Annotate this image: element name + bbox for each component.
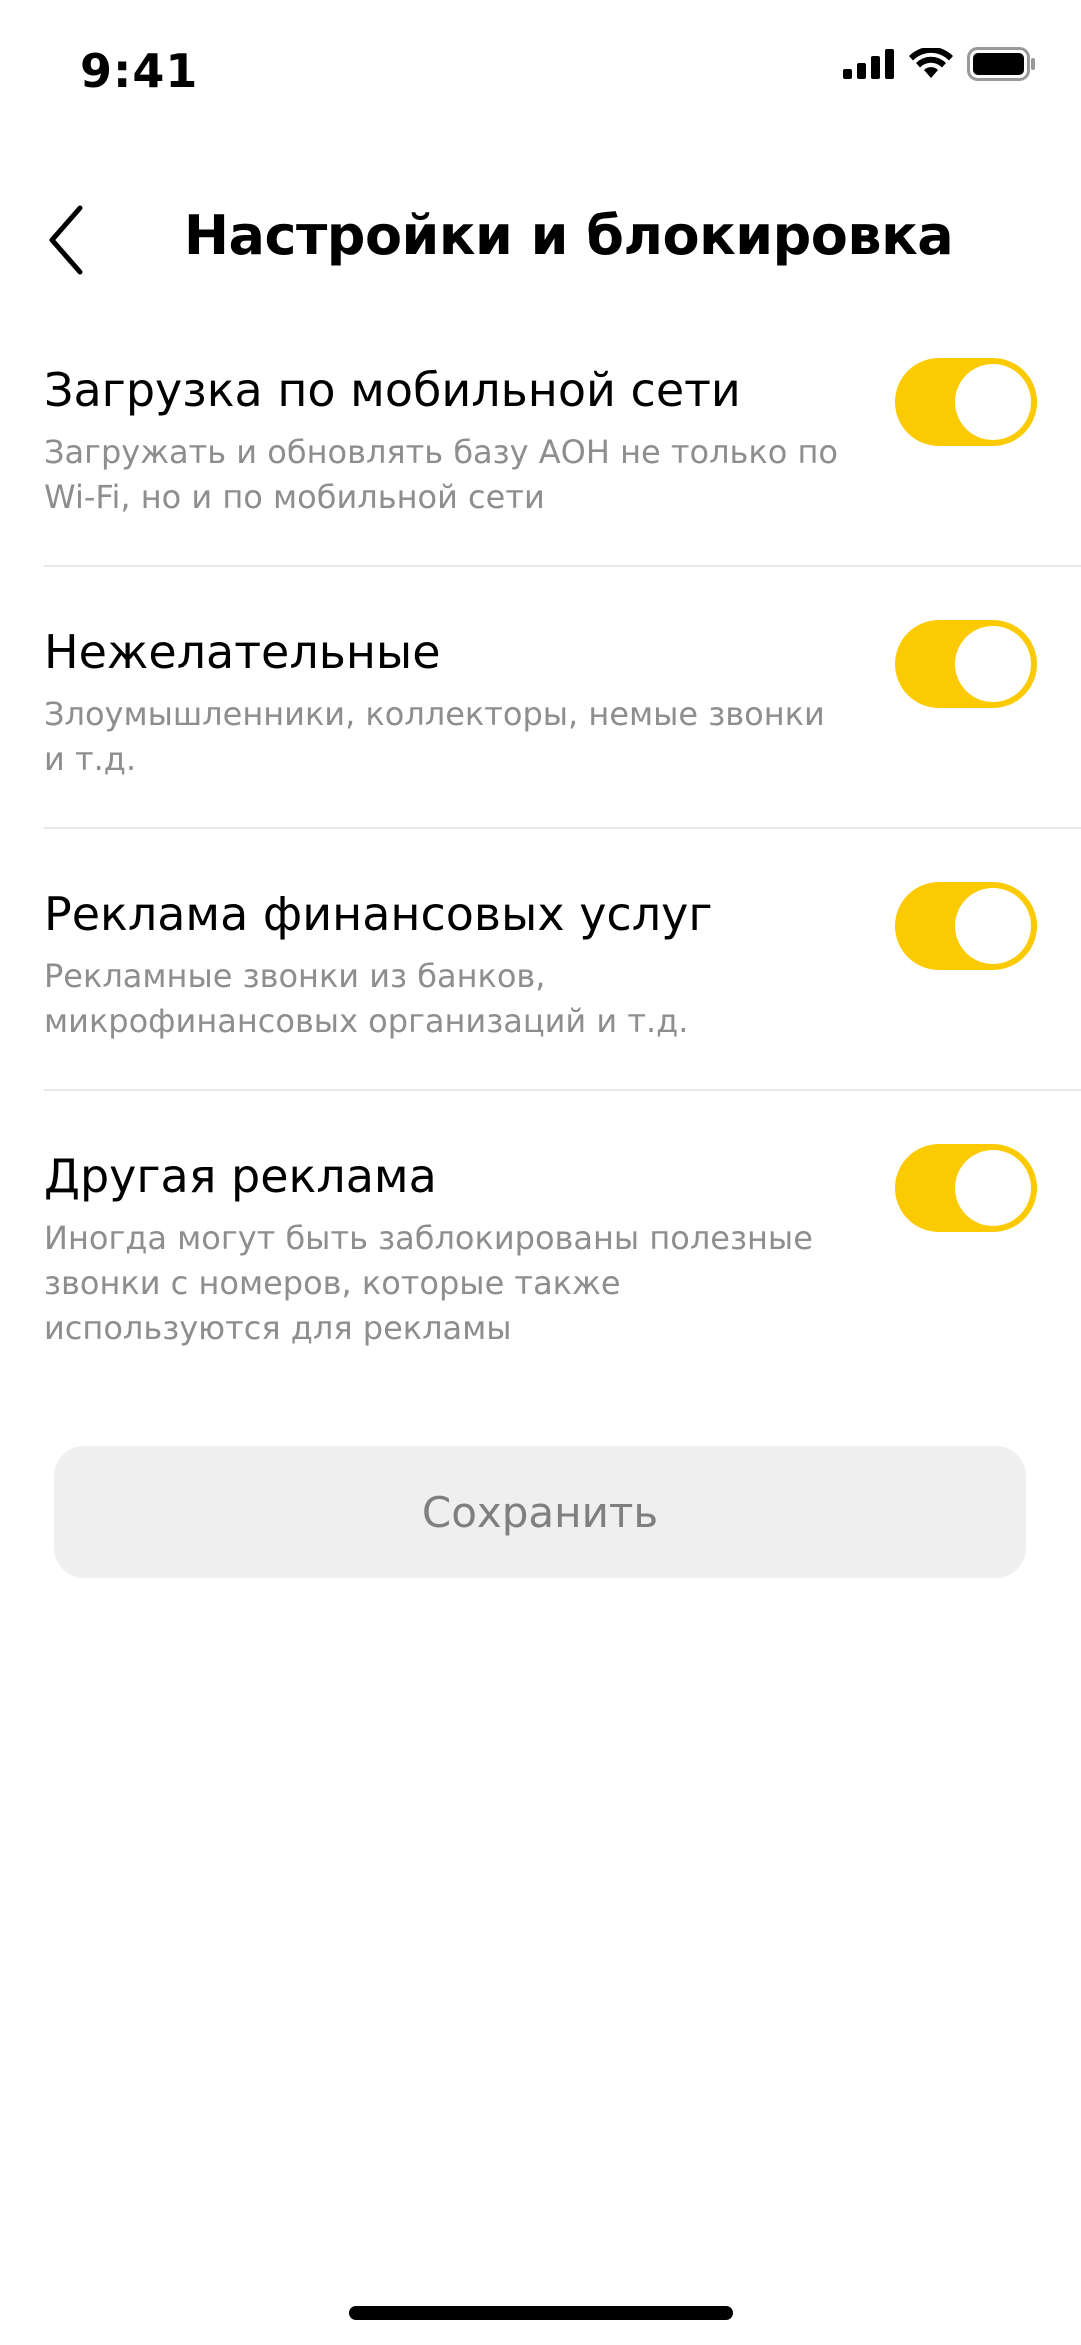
battery-icon [967,47,1035,81]
divider [44,1089,1081,1091]
settings-screen: 9:41 Настройки и блокировка Загрузка по … [0,0,1081,2345]
status-icons [843,46,1037,82]
signal-icon [843,49,894,79]
page-title: Настройки и блокировка [183,204,954,267]
status-time: 9:41 [80,44,199,98]
financial-ads-toggle[interactable] [895,882,1037,970]
setting-description: Иногда могут быть заблокированы полезные… [44,1219,813,1347]
setting-other-ads: Другая реклама Иногда могут быть заблоки… [44,1136,1081,1351]
divider [44,827,1081,829]
settings-list: Загрузка по мобильной сети Загружать и о… [44,350,1081,1351]
setting-title: Реклама финансовых услуг [44,887,713,941]
divider [44,565,1081,567]
setting-description: Рекламные звонки из банков, микрофинансо… [44,957,689,1040]
toggle-knob [955,888,1031,964]
save-button[interactable]: Сохранить [54,1446,1026,1578]
unwanted-toggle[interactable] [895,620,1037,708]
home-indicator[interactable] [349,2306,733,2320]
other-ads-toggle[interactable] [895,1144,1037,1232]
toggle-knob [955,626,1031,702]
setting-title: Нежелательные [44,625,441,679]
setting-mobile-download: Загрузка по мобильной сети Загружать и о… [44,350,1081,520]
toggle-knob [955,1150,1031,1226]
toggle-knob [955,364,1031,440]
setting-title: Другая реклама [44,1149,437,1203]
setting-title: Загрузка по мобильной сети [44,363,741,417]
setting-unwanted: Нежелательные Злоумышленники, коллекторы… [44,612,1081,782]
setting-description: Злоумышленники, коллекторы, немые звонки… [44,695,825,778]
wifi-icon [909,48,953,78]
mobile-download-toggle[interactable] [895,358,1037,446]
setting-description: Загружать и обновлять базу АОН не только… [44,433,838,516]
setting-financial-ads: Реклама финансовых услуг Рекламные звонк… [44,874,1081,1044]
